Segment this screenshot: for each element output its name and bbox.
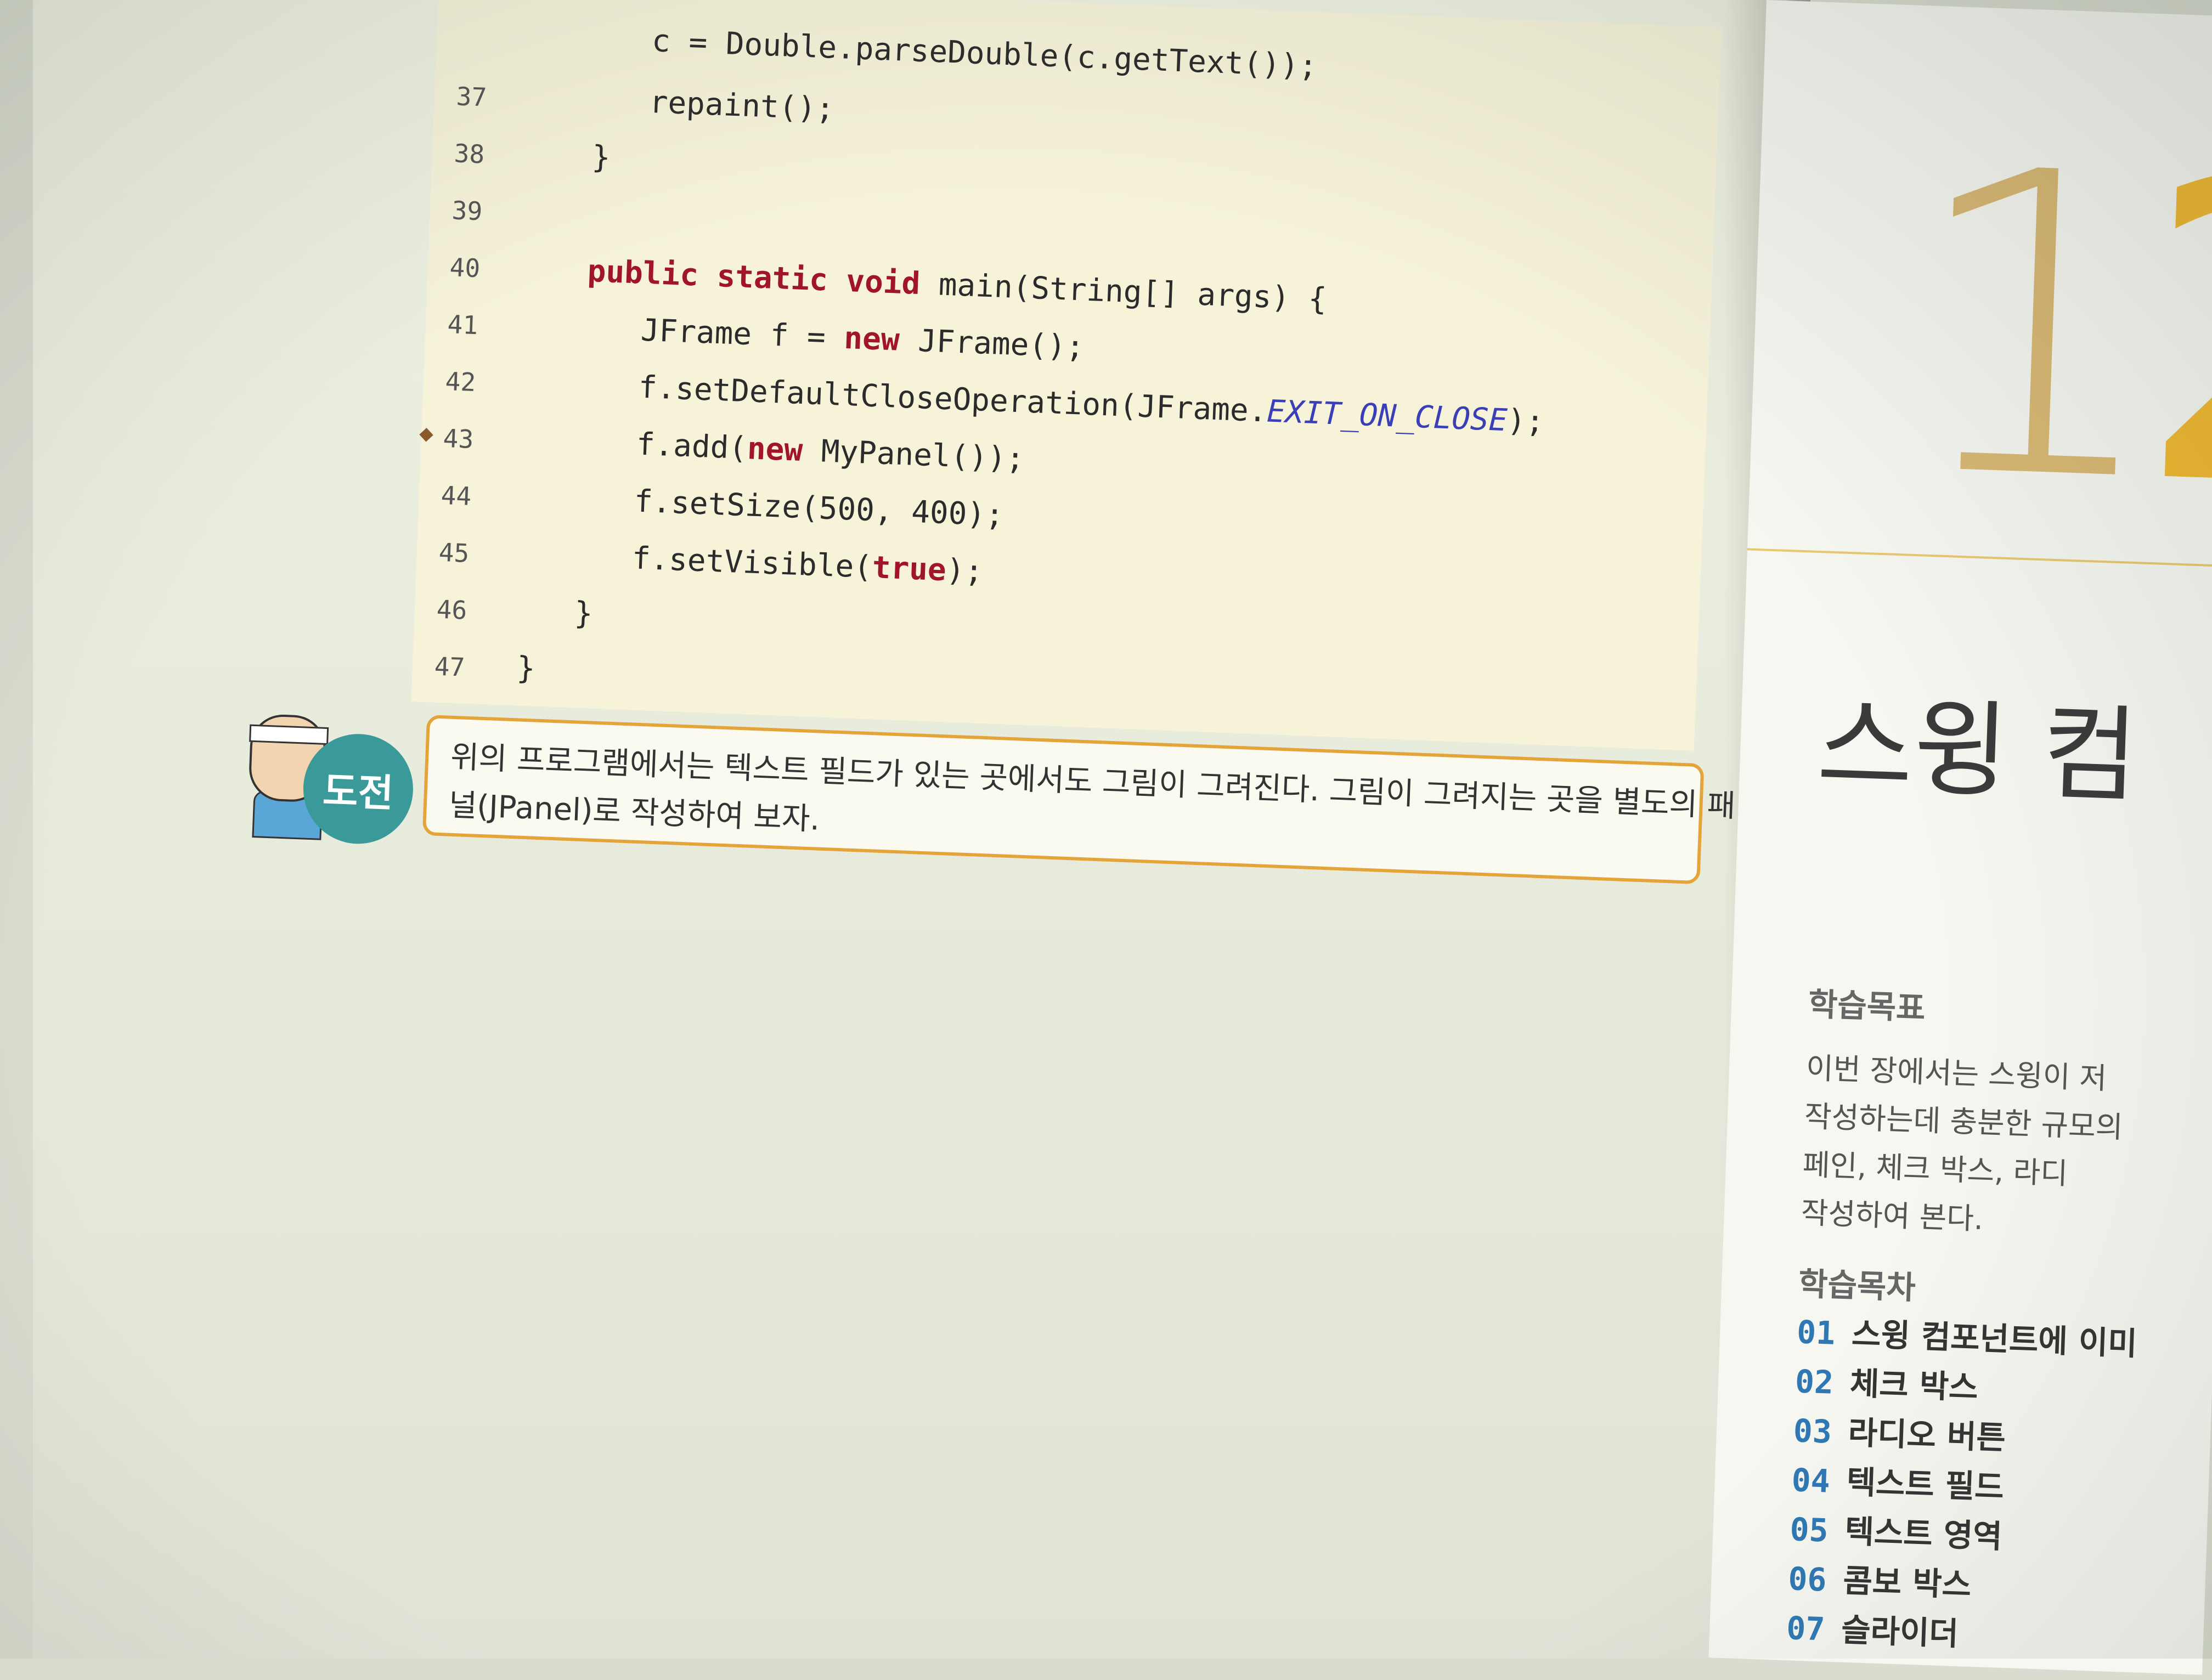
code-listing: c = Double.parseDouble(c.getText()); 37 …	[411, 0, 1722, 751]
code-text: }	[573, 595, 594, 632]
toc-number: 04	[1791, 1461, 1831, 1500]
toc-number: 05	[1789, 1511, 1829, 1549]
toc-number: 06	[1787, 1560, 1827, 1599]
line-number: 47	[433, 651, 466, 682]
mascot-illustration: 도전	[235, 697, 415, 846]
code-constant: EXIT_ON_CLOSE	[1266, 393, 1508, 439]
toc-number: 03	[1792, 1412, 1832, 1451]
challenge-box: 위의 프로그램에서는 텍스트 필드가 있는 곳에서도 그림이 그려진다. 그림이…	[422, 715, 1736, 885]
toc-number: 01	[1796, 1313, 1836, 1352]
code-lines: c = Double.parseDouble(c.getText()); 37 …	[419, 22, 1558, 736]
table-of-contents: 01 스윙 컴포넌트에 이미 02 체크 박스 03 라디오 버튼 04 텍스트 필드 05 텍스…	[1786, 1307, 2138, 1664]
code-text: }	[516, 650, 536, 687]
line-number: 41	[447, 309, 479, 341]
line-number: 43	[442, 423, 475, 455]
line-number: 37	[455, 81, 488, 112]
toc-number: 07	[1786, 1609, 1826, 1648]
code-keyword: public static void	[586, 253, 921, 302]
line-number: 45	[438, 537, 470, 568]
code-text: f.add(	[635, 426, 748, 467]
line-number: 39	[451, 195, 483, 227]
code-text: JFrame f =	[640, 312, 845, 356]
code-keyword: true	[871, 550, 947, 589]
code-text: );	[1506, 403, 1545, 440]
line-number: 40	[449, 252, 481, 284]
code-keyword: new	[843, 320, 900, 358]
code-text: f.setSize(500, 400);	[633, 483, 1005, 534]
toc-title: 스윙 컴포넌트에 이미	[1851, 1315, 2138, 1363]
toc-title: 텍스트 영역	[1844, 1512, 2003, 1555]
code-text: main(String[] args) {	[919, 266, 1328, 318]
toc-heading: 학습목차	[1798, 1265, 1916, 1306]
line-number: 46	[436, 594, 468, 625]
code-keyword: new	[746, 431, 804, 469]
line-number: 42	[444, 366, 477, 398]
code-text: );	[945, 552, 984, 590]
code-text: MyPanel());	[802, 433, 1025, 477]
chapter-number-partial: 2	[2130, 89, 2212, 583]
mascot-headband	[249, 724, 329, 745]
toc-title: 체크 박스	[1849, 1364, 1979, 1406]
toc-title: 콤보 박스	[1842, 1562, 1972, 1604]
line-number: 38	[453, 138, 486, 169]
code-text: c = Double.parseDouble(c.getText());	[651, 23, 1318, 84]
objectives-heading: 학습목표	[1807, 985, 1926, 1027]
toc-title: 텍스트 필드	[1846, 1463, 2005, 1506]
code-text: }	[591, 139, 611, 176]
chapter-title: 스윙 컴	[1815, 685, 2140, 817]
code-text: f.setVisible(	[631, 540, 873, 586]
toc-number: 02	[1794, 1362, 1835, 1401]
code-text: JFrame();	[899, 322, 1085, 365]
objectives-text: 이번 장에서는 스윙이 저 작성하는데 충분한 규모의 페인, 체크 박스, 라…	[1800, 1050, 2124, 1237]
line-number: 44	[440, 480, 472, 511]
toc-title: 슬라이더	[1841, 1611, 1959, 1653]
code-text: repaint();	[648, 84, 836, 127]
right-page: 1 2 스윙 컴 학습목표 이번 장에서는 스윙이 저 작성하는데 충분한 규모…	[1708, 0, 2212, 1675]
toc-title: 라디오 버튼	[1847, 1413, 2006, 1457]
breakpoint-marker-icon	[419, 428, 433, 442]
